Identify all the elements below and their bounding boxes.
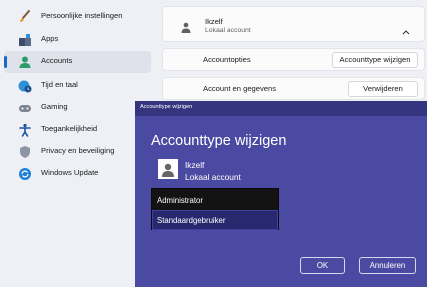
remove-button[interactable]: Verwijderen xyxy=(348,80,418,97)
dialog-window-title: Accounttype wijzigen xyxy=(140,104,193,110)
account-data-row: Account en gegevens Verwijderen xyxy=(162,77,425,100)
sidebar-item-personalization[interactable]: Persoonlijke instellingen xyxy=(4,6,151,28)
gamepad-icon xyxy=(18,101,32,115)
ok-button[interactable]: OK xyxy=(300,257,345,274)
account-type: Lokaal account xyxy=(205,27,251,34)
settings-sidebar: Persoonlijke instellingen Apps Accounts … xyxy=(0,0,155,287)
change-account-type-dialog: Accounttype wijzigen Accounttype wijzige… xyxy=(135,101,427,287)
sidebar-item-label: Privacy en beveiliging xyxy=(41,146,115,155)
sidebar-item-label: Gaming xyxy=(41,102,68,111)
sidebar-item-label: Windows Update xyxy=(41,168,99,177)
person-icon xyxy=(18,55,32,69)
selection-indicator xyxy=(4,56,7,68)
sidebar-item-gaming[interactable]: Gaming xyxy=(4,97,151,119)
dialog-heading: Accounttype wijzigen xyxy=(151,133,287,149)
change-account-type-button[interactable]: Accounttype wijzigen xyxy=(332,51,418,68)
brush-icon xyxy=(18,10,32,24)
shield-icon xyxy=(18,145,32,159)
cancel-button[interactable]: Annuleren xyxy=(359,257,416,274)
option-administrator[interactable]: Administrator xyxy=(152,190,278,210)
apps-icon xyxy=(18,33,32,47)
user-icon xyxy=(181,20,191,33)
sidebar-item-accounts[interactable]: Accounts xyxy=(4,51,151,73)
account-options-label: Accountopties xyxy=(203,55,251,64)
dialog-user-type: Lokaal account xyxy=(185,172,241,182)
sidebar-item-windows-update[interactable]: Windows Update xyxy=(4,163,151,185)
chevron-up-icon[interactable] xyxy=(402,22,410,35)
account-name: Ikzelf xyxy=(205,17,223,26)
sidebar-item-label: Tijd en taal xyxy=(41,80,78,89)
account-data-label: Account en gegevens xyxy=(203,84,277,93)
dialog-titlebar[interactable]: Accounttype wijzigen xyxy=(135,101,427,116)
account-type-listbox[interactable]: Administrator Standaardgebruiker xyxy=(151,188,279,230)
update-icon xyxy=(18,167,32,181)
accessibility-icon xyxy=(18,123,32,137)
sidebar-item-apps[interactable]: Apps xyxy=(4,29,151,51)
sidebar-item-privacy-security[interactable]: Privacy en beveiliging xyxy=(4,141,151,163)
sidebar-item-label: Persoonlijke instellingen xyxy=(41,11,123,20)
sidebar-item-label: Accounts xyxy=(41,56,73,65)
sidebar-item-time-language[interactable]: Tijd en taal xyxy=(4,75,151,97)
sidebar-item-accessibility[interactable]: Toegankelijkheid xyxy=(4,119,151,141)
dialog-user-name: Ikzelf xyxy=(185,160,205,170)
globe-clock-icon xyxy=(18,79,32,93)
option-standard-user[interactable]: Standaardgebruiker xyxy=(152,210,278,230)
user-avatar-icon xyxy=(158,159,178,179)
account-header-card[interactable]: Ikzelf Lokaal account xyxy=(162,6,425,42)
sidebar-item-label: Apps xyxy=(41,34,59,43)
account-options-row: Accountopties Accounttype wijzigen xyxy=(162,48,425,71)
sidebar-item-label: Toegankelijkheid xyxy=(41,124,98,133)
